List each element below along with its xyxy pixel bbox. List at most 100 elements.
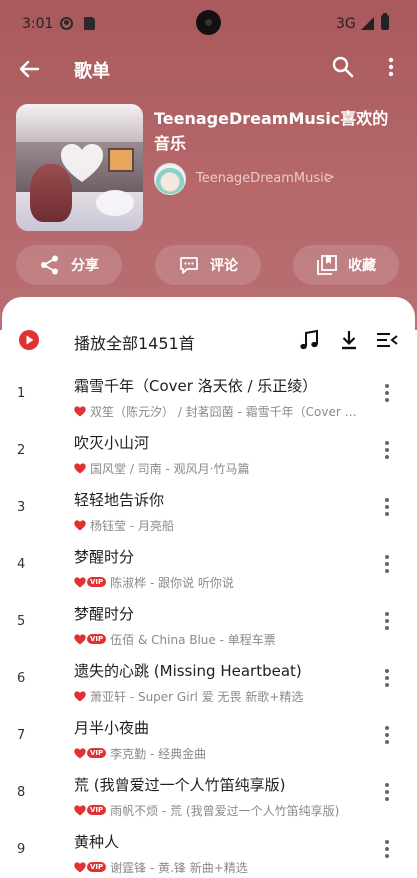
vip-badge: VIP	[87, 577, 107, 587]
song-subtitle: VIP 陈淑桦 - 跟你说 听你说	[74, 573, 359, 591]
song-artist-album: 谢霆锋 - 黄.锋 新曲+精选	[110, 860, 248, 875]
vip-badge: VIP	[87, 805, 107, 815]
more-dot	[385, 562, 389, 566]
liked-heart-icon	[74, 519, 86, 530]
song-title: 遗失的心跳 (Missing Heartbeat)	[74, 662, 302, 680]
playlist-cover[interactable]	[16, 104, 143, 231]
more-dot	[385, 840, 389, 844]
arrow-left-icon	[19, 60, 40, 78]
song-more-button[interactable]	[382, 783, 392, 805]
song-row[interactable]: 7 月半小夜曲 VIP 李克勤 - 经典金曲	[2, 714, 415, 771]
more-dot	[385, 783, 389, 787]
music-note-icon[interactable]	[298, 329, 320, 351]
collect-button[interactable]: 收藏	[293, 245, 399, 285]
more-dot	[385, 398, 389, 402]
comment-button[interactable]: 评论	[155, 245, 261, 285]
song-more-button[interactable]	[382, 498, 392, 520]
song-subtitle: VIP 伍佰 & China Blue - 单程车票	[74, 630, 359, 648]
song-row[interactable]: 4 梦醒时分 VIP 陈淑桦 - 跟你说 听你说	[2, 543, 415, 600]
song-subtitle: 杨钰莹 - 月亮船	[74, 516, 359, 534]
liked-heart-icon	[74, 633, 86, 644]
share-icon	[41, 255, 58, 275]
more-dot	[385, 790, 389, 794]
song-more-button[interactable]	[382, 840, 392, 862]
song-more-button[interactable]	[382, 441, 392, 463]
more-dot	[385, 854, 389, 858]
multi-select-icon[interactable]	[375, 329, 399, 351]
vip-badge: VIP	[87, 748, 107, 758]
song-list-sheet: 播放全部1451首 1 霜雪千年（Cover 洛天依 / 乐正绫） 双笙（陈元汐…	[2, 297, 415, 878]
song-more-button[interactable]	[382, 726, 392, 748]
song-artist-album: 双笙（陈元汐） / 封茗囧菌 - 霜雪千年（Cover 洛天依 / 乐正绫）	[90, 404, 359, 419]
song-index: 4	[17, 557, 26, 572]
more-dot	[385, 733, 389, 737]
liked-heart-icon	[74, 804, 86, 815]
song-title: 月半小夜曲	[74, 719, 150, 737]
song-more-button[interactable]	[382, 612, 392, 634]
song-index: 5	[17, 614, 26, 629]
vip-badge: VIP	[87, 862, 107, 872]
song-row[interactable]: 6 遗失的心跳 (Missing Heartbeat) 萧亚轩 - Super …	[2, 657, 415, 714]
play-all-row[interactable]: 播放全部1451首	[2, 297, 415, 383]
song-more-button[interactable]	[382, 555, 392, 577]
play-circle-icon[interactable]	[18, 329, 40, 351]
creator-avatar[interactable]	[154, 163, 186, 195]
song-artist-album: 陈淑桦 - 跟你说 听你说	[110, 575, 234, 590]
more-vertical-icon	[388, 57, 394, 77]
cover-art-window	[108, 148, 134, 172]
song-more-button[interactable]	[382, 669, 392, 691]
song-row[interactable]: 9 黄种人 VIP 谢霆锋 - 黄.锋 新曲+精选	[2, 828, 415, 878]
liked-heart-icon	[74, 462, 86, 473]
back-button[interactable]	[14, 54, 44, 84]
more-dot	[385, 505, 389, 509]
more-dot	[385, 726, 389, 730]
app-bar: 歌单	[0, 50, 417, 88]
liked-heart-icon	[74, 747, 86, 758]
more-dot	[385, 683, 389, 687]
more-dot	[385, 619, 389, 623]
more-dot	[385, 669, 389, 673]
signal-icon	[361, 17, 374, 30]
song-title: 霜雪千年（Cover 洛天依 / 乐正绫）	[74, 377, 318, 395]
song-title: 吹灭小山河	[74, 434, 150, 452]
liked-heart-icon	[74, 405, 86, 416]
more-dot	[385, 569, 389, 573]
camera-cutout	[196, 10, 221, 35]
song-title: 黄种人	[74, 833, 120, 851]
more-dot	[385, 676, 389, 680]
song-index: 6	[17, 671, 26, 686]
song-artist-album: 萧亚轩 - Super Girl 爱 无畏 新歌+精选	[90, 689, 304, 704]
share-button[interactable]: 分享	[16, 245, 122, 285]
song-row[interactable]: 2 吹灭小山河 国风堂 / 司南 - 观风月·竹马篇	[2, 429, 415, 486]
more-dot	[385, 740, 389, 744]
page-title: 歌单	[74, 61, 110, 82]
creator-name-link[interactable]: TeenageDreamMusic	[196, 171, 331, 186]
more-options-button[interactable]	[381, 54, 401, 80]
song-index: 7	[17, 728, 26, 743]
song-row[interactable]: 5 梦醒时分 VIP 伍佰 & China Blue - 单程车票	[2, 600, 415, 657]
download-icon[interactable]	[338, 329, 360, 351]
liked-heart-icon	[74, 576, 86, 587]
status-time: 3:01	[22, 16, 54, 32]
song-row[interactable]: 1 霜雪千年（Cover 洛天依 / 乐正绫） 双笙（陈元汐） / 封茗囧菌 -…	[2, 372, 415, 429]
more-dot	[385, 384, 389, 388]
song-row[interactable]: 8 荒 (我曾爱过一个人竹笛纯享版) VIP 雨帆不烦 - 荒 (我曾爱过一个人…	[2, 771, 415, 828]
song-more-button[interactable]	[382, 384, 392, 406]
share-label: 分享	[71, 258, 99, 274]
status-bar: 3:01 3G	[0, 0, 417, 50]
more-dot	[385, 498, 389, 502]
network-type: 3G	[336, 16, 356, 32]
more-dot	[385, 512, 389, 516]
heart-overlay-icon	[61, 144, 103, 182]
play-all-label[interactable]: 播放全部1451首	[74, 330, 195, 354]
search-button[interactable]	[330, 54, 356, 80]
collect-label: 收藏	[348, 258, 376, 274]
song-title: 荒 (我曾爱过一个人竹笛纯享版)	[74, 776, 286, 794]
more-dot	[385, 441, 389, 445]
more-dot	[385, 391, 389, 395]
song-artist-album: 国风堂 / 司南 - 观风月·竹马篇	[90, 461, 250, 476]
song-index: 1	[17, 386, 26, 401]
more-dot	[385, 555, 389, 559]
song-row[interactable]: 3 轻轻地告诉你 杨钰莹 - 月亮船	[2, 486, 415, 543]
sim-card-icon	[84, 17, 95, 30]
